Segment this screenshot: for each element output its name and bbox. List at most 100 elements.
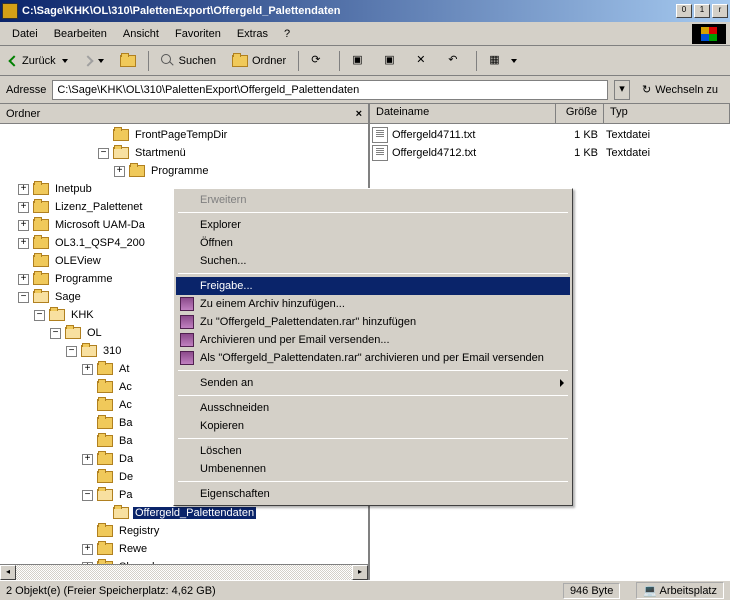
- tree-node[interactable]: FrontPageTempDir: [2, 126, 366, 144]
- collapse-icon[interactable]: −: [82, 490, 93, 501]
- ctx-label: Zu einem Archiv hinzufügen...: [200, 298, 345, 310]
- rar-icon: [180, 297, 194, 311]
- tree-node[interactable]: + Rewe: [2, 540, 366, 558]
- back-button[interactable]: Zurück: [4, 52, 74, 70]
- folder-icon: [81, 345, 97, 357]
- tree-label: Programme: [53, 273, 114, 285]
- ctx-explorer[interactable]: Explorer: [176, 216, 570, 234]
- expand-icon[interactable]: +: [114, 166, 125, 177]
- pane-title: Ordner: [6, 108, 40, 120]
- file-size: 1 KB: [558, 147, 606, 159]
- search-icon: [161, 54, 175, 68]
- delete-icon: ✕: [416, 53, 432, 69]
- folders-button[interactable]: Ordner: [226, 52, 292, 70]
- expand-icon[interactable]: +: [18, 202, 29, 213]
- separator: [339, 51, 340, 71]
- ctx-umbenennen[interactable]: Umbenennen: [176, 460, 570, 478]
- folder-icon: [65, 327, 81, 339]
- tree-label: Rewe: [117, 543, 149, 555]
- delete-button[interactable]: ✕: [410, 50, 438, 72]
- expand-icon[interactable]: +: [82, 364, 93, 375]
- tree-label: At: [117, 363, 131, 375]
- tree-node-selected[interactable]: Offergeld_Palettendaten: [2, 504, 366, 522]
- ctx-kopieren[interactable]: Kopieren: [176, 417, 570, 435]
- scroll-right-button[interactable]: ▸: [352, 565, 368, 580]
- ctx-eigenschaften[interactable]: Eigenschaften: [176, 485, 570, 503]
- ctx-archiv-email-named[interactable]: Als "Offergeld_Palettendaten.rar" archiv…: [176, 349, 570, 367]
- collapse-icon[interactable]: −: [18, 292, 29, 303]
- menu-bearbeiten[interactable]: Bearbeiten: [46, 26, 115, 42]
- history-button[interactable]: ⟳: [305, 50, 333, 72]
- tree-label: OL: [85, 327, 104, 339]
- tree-label: Offergeld_Palettendaten: [133, 507, 256, 519]
- views-button[interactable]: ▦: [483, 50, 523, 72]
- folders-label: Ordner: [252, 55, 286, 67]
- minimize-button[interactable]: 0: [676, 4, 692, 18]
- ctx-archiv-email[interactable]: Archivieren und per Email versenden...: [176, 331, 570, 349]
- forward-button[interactable]: [78, 54, 110, 68]
- go-label: Wechseln zu: [655, 84, 718, 96]
- tree-node[interactable]: −Startmenü: [2, 144, 366, 162]
- separator: [178, 273, 568, 274]
- col-size[interactable]: Größe: [556, 104, 604, 123]
- maximize-button[interactable]: 1: [694, 4, 710, 18]
- collapse-icon[interactable]: −: [50, 328, 61, 339]
- ctx-suchen[interactable]: Suchen...: [176, 252, 570, 270]
- ctx-senden-an[interactable]: Senden an: [176, 374, 570, 392]
- rar-icon: [180, 351, 194, 365]
- menu-ansicht[interactable]: Ansicht: [115, 26, 167, 42]
- tree-label: OLEView: [53, 255, 103, 267]
- scroll-track[interactable]: [16, 565, 352, 580]
- ctx-ausschneiden[interactable]: Ausschneiden: [176, 399, 570, 417]
- menu-datei[interactable]: Datei: [4, 26, 46, 42]
- file-row[interactable]: Offergeld4712.txt 1 KB Textdatei: [372, 144, 728, 162]
- expand-icon[interactable]: +: [18, 238, 29, 249]
- file-row[interactable]: Offergeld4711.txt 1 KB Textdatei: [372, 126, 728, 144]
- ctx-archiv-add[interactable]: Zu einem Archiv hinzufügen...: [176, 295, 570, 313]
- copy-to-button[interactable]: ▣: [378, 50, 406, 72]
- folder-icon: [97, 525, 113, 537]
- tree-label: OL3.1_QSP4_200: [53, 237, 147, 249]
- move-to-button[interactable]: ▣: [346, 50, 374, 72]
- tree-node[interactable]: Registry: [2, 522, 366, 540]
- menu-help[interactable]: ?: [276, 26, 298, 42]
- search-button[interactable]: Suchen: [155, 51, 222, 71]
- horizontal-scrollbar[interactable]: ◂ ▸: [0, 564, 368, 580]
- folder-icon: [97, 399, 113, 411]
- expand-icon[interactable]: +: [18, 184, 29, 195]
- ctx-archiv-add-named[interactable]: Zu "Offergeld_Palettendaten.rar" hinzufü…: [176, 313, 570, 331]
- menu-extras[interactable]: Extras: [229, 26, 276, 42]
- ctx-freigabe[interactable]: Freigabe...: [176, 277, 570, 295]
- menu-favoriten[interactable]: Favoriten: [167, 26, 229, 42]
- ctx-oeffnen[interactable]: Öffnen: [176, 234, 570, 252]
- expand-icon[interactable]: +: [82, 544, 93, 555]
- tree-label: FrontPageTempDir: [133, 129, 229, 141]
- address-dropdown[interactable]: ▾: [614, 80, 630, 100]
- text-file-icon: [372, 145, 388, 161]
- status-location: 💻 Arbeitsplatz: [636, 582, 724, 599]
- expand-icon[interactable]: +: [82, 454, 93, 465]
- col-name[interactable]: Dateiname: [370, 104, 556, 123]
- expand-icon[interactable]: +: [18, 220, 29, 231]
- address-input[interactable]: [52, 80, 608, 100]
- tree-label: Da: [117, 453, 135, 465]
- tree-label: Microsoft UAM-Da: [53, 219, 147, 231]
- ctx-loeschen[interactable]: Löschen: [176, 442, 570, 460]
- close-button[interactable]: r: [712, 4, 728, 18]
- pane-close-button[interactable]: ×: [356, 108, 362, 120]
- ctx-label: Zu "Offergeld_Palettendaten.rar" hinzufü…: [200, 316, 416, 328]
- collapse-icon[interactable]: −: [98, 148, 109, 159]
- col-type[interactable]: Typ: [604, 104, 730, 123]
- collapse-icon[interactable]: −: [66, 346, 77, 357]
- undo-button[interactable]: ↶: [442, 50, 470, 72]
- scroll-left-button[interactable]: ◂: [0, 565, 16, 580]
- status-objects: 2 Objekt(e) (Freier Speicherplatz: 4,62 …: [6, 585, 216, 597]
- tree-node[interactable]: +Programme: [2, 162, 366, 180]
- up-button[interactable]: [114, 52, 142, 70]
- expand-icon[interactable]: +: [18, 274, 29, 285]
- file-name: Offergeld4712.txt: [392, 147, 558, 159]
- go-button[interactable]: ↻Wechseln zu: [636, 81, 724, 98]
- back-label: Zurück: [22, 55, 56, 67]
- collapse-icon[interactable]: −: [34, 310, 45, 321]
- dropdown-icon: [98, 59, 104, 63]
